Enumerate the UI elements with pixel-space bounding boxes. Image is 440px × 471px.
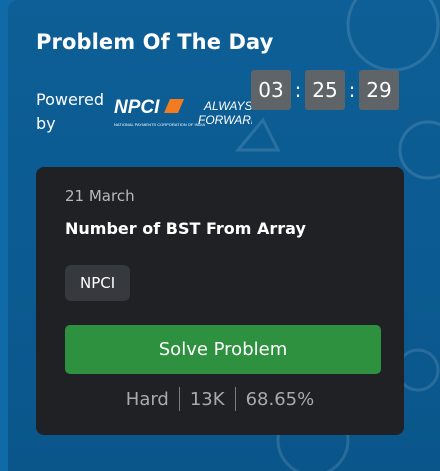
timer-minutes: 25 (305, 70, 345, 110)
timer-seconds: 29 (359, 70, 399, 110)
problem-stats: Hard 13K 68.65% (36, 385, 404, 413)
section-title: Problem Of The Day (36, 30, 274, 54)
npci-tagline-line2: FORWARD (198, 113, 252, 127)
solve-problem-button[interactable]: Solve Problem (65, 325, 381, 374)
timer-separator: : (348, 78, 356, 102)
npci-logo-text: NPCI (114, 97, 160, 118)
problem-of-the-day-card: Problem Of The Day Powered by NPCI NATIO… (8, 0, 440, 471)
problem-title[interactable]: Number of BST From Array (65, 219, 306, 238)
company-tag[interactable]: NPCI (65, 265, 131, 301)
problem-date: 21 March (65, 187, 135, 205)
countdown-timer: 03 : 25 : 29 (251, 70, 399, 110)
problem-card: 21 March Number of BST From Array NPCI S… (36, 167, 404, 435)
timer-hours: 03 (251, 70, 291, 110)
npci-logo-accent (164, 99, 184, 113)
npci-logo-fineprint: NATIONAL PAYMENTS CORPORATION OF INDIA (114, 122, 205, 127)
submissions-count: 13K (189, 388, 225, 410)
difficulty-label: Hard (125, 388, 169, 410)
powered-by-label: Powered by (36, 90, 105, 133)
timer-separator: : (294, 78, 302, 102)
npci-logo: NPCI NATIONAL PAYMENTS CORPORATION OF IN… (114, 97, 252, 127)
npci-tagline-line1: ALWAYS (203, 99, 252, 113)
accuracy-value: 68.65% (245, 388, 315, 410)
